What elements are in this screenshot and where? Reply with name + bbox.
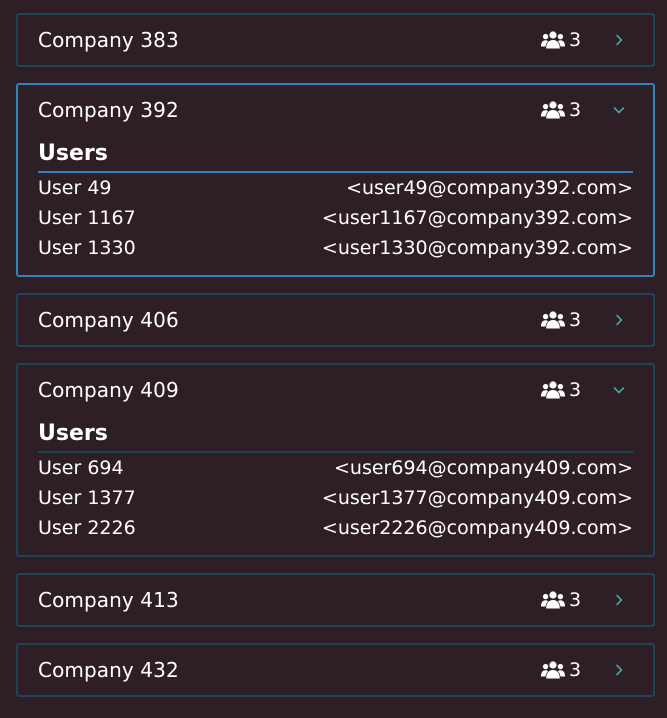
chevron-down-icon[interactable] [611, 382, 627, 398]
user-count: 3 [569, 659, 582, 681]
user-row[interactable]: User 694 <user694@company409.com> [38, 453, 633, 483]
company-card[interactable]: Company 392 3 Users User 49 <user49@comp… [16, 83, 655, 277]
company-card-header[interactable]: Company 383 3 [18, 15, 653, 65]
user-email: <user2226@company409.com> [321, 517, 633, 539]
company-card[interactable]: Company 383 3 [16, 13, 655, 67]
chevron-right-icon[interactable] [611, 312, 627, 328]
user-email: <user694@company409.com> [334, 457, 633, 479]
user-email: <user49@company392.com> [346, 177, 633, 199]
user-count-badge: 3 [541, 97, 581, 123]
company-card[interactable]: Company 413 3 [16, 573, 655, 627]
company-name: Company 409 [38, 378, 179, 402]
chevron-right-icon[interactable] [611, 592, 627, 608]
company-name: Company 432 [38, 658, 179, 682]
users-heading: Users [38, 135, 633, 173]
company-name: Company 383 [38, 28, 179, 52]
users-group-icon [541, 591, 565, 609]
user-email: <user1330@company392.com> [321, 237, 633, 259]
chevron-right-icon[interactable] [611, 32, 627, 48]
company-card-header[interactable]: Company 409 3 [18, 365, 653, 415]
company-card-header[interactable]: Company 406 3 [18, 295, 653, 345]
users-group-icon [541, 311, 565, 329]
user-name: User 1377 [38, 487, 136, 509]
user-email: <user1377@company409.com> [321, 487, 633, 509]
company-name: Company 406 [38, 308, 179, 332]
company-card-header[interactable]: Company 432 3 [18, 645, 653, 695]
company-card[interactable]: Company 409 3 Users User 694 <user694@co… [16, 363, 655, 557]
users-heading: Users [38, 415, 633, 453]
company-card[interactable]: Company 432 3 [16, 643, 655, 697]
user-count-badge: 3 [541, 27, 581, 53]
company-list: Company 383 3 Company 392 3 Users User 4… [16, 13, 655, 713]
user-row[interactable]: User 1167 <user1167@company392.com> [38, 203, 633, 233]
user-row[interactable]: User 2226 <user2226@company409.com> [38, 513, 633, 543]
user-count: 3 [569, 99, 582, 121]
chevron-down-icon[interactable] [611, 102, 627, 118]
user-count: 3 [569, 309, 582, 331]
users-panel: Users User 694 <user694@company409.com> … [18, 415, 653, 555]
chevron-right-icon[interactable] [611, 662, 627, 678]
user-count-badge: 3 [541, 307, 581, 333]
company-name: Company 413 [38, 588, 179, 612]
users-group-icon [541, 101, 565, 119]
company-card-header[interactable]: Company 392 3 [18, 85, 653, 135]
users-group-icon [541, 381, 565, 399]
user-count: 3 [569, 589, 582, 611]
user-name: User 694 [38, 457, 124, 479]
user-row[interactable]: User 1330 <user1330@company392.com> [38, 233, 633, 263]
user-count-badge: 3 [541, 657, 581, 683]
user-count-badge: 3 [541, 587, 581, 613]
company-card[interactable]: Company 406 3 [16, 293, 655, 347]
company-name: Company 392 [38, 98, 179, 122]
user-count: 3 [569, 379, 582, 401]
user-row[interactable]: User 1377 <user1377@company409.com> [38, 483, 633, 513]
user-count: 3 [569, 29, 582, 51]
users-panel: Users User 49 <user49@company392.com> Us… [18, 135, 653, 275]
user-name: User 1330 [38, 237, 136, 259]
user-email: <user1167@company392.com> [321, 207, 633, 229]
user-name: User 2226 [38, 517, 136, 539]
users-group-icon [541, 31, 565, 49]
user-count-badge: 3 [541, 377, 581, 403]
users-group-icon [541, 661, 565, 679]
user-name: User 49 [38, 177, 112, 199]
company-card-header[interactable]: Company 413 3 [18, 575, 653, 625]
user-row[interactable]: User 49 <user49@company392.com> [38, 173, 633, 203]
user-name: User 1167 [38, 207, 136, 229]
